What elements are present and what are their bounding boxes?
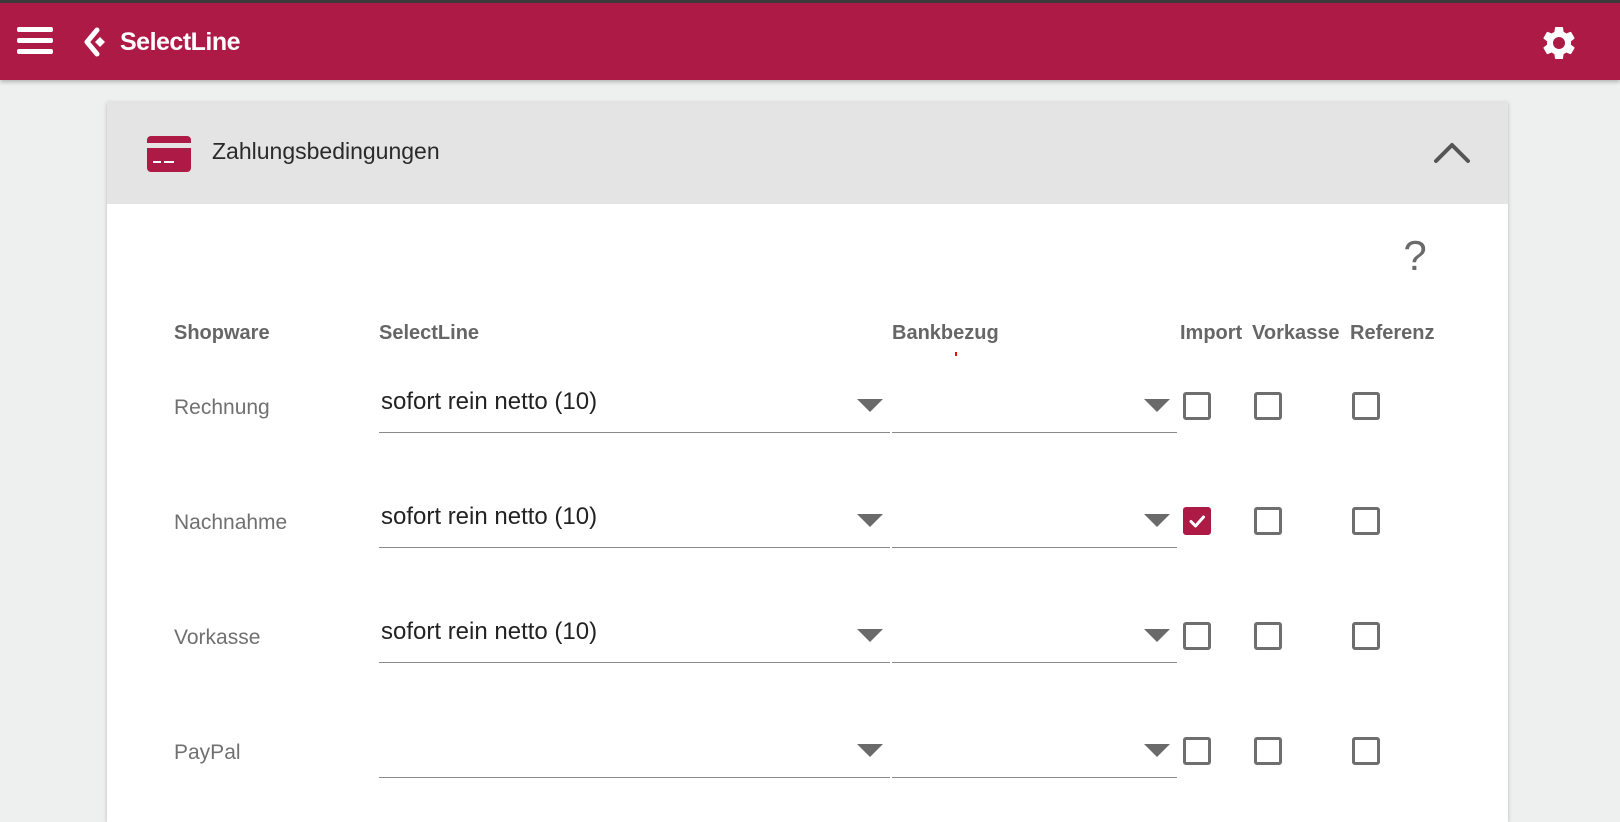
caret-down-icon [857,744,883,757]
caret-down-icon [1144,399,1170,412]
caret-down-icon [857,514,883,527]
menu-bar [17,38,53,43]
caret-down-icon [1144,514,1170,527]
bankbezug-select-nachnahme[interactable] [892,498,1177,548]
menu-bar [17,49,53,54]
row-label-vorkasse: Vorkasse [174,626,261,649]
selectline-select-rechnung[interactable]: sofort rein netto (10) [379,383,890,433]
caret-down-icon [1144,744,1170,757]
import-checkbox-nachnahme[interactable] [1183,507,1211,535]
bankbezug-select-rechnung[interactable] [892,383,1177,433]
column-header-import: Import [1180,322,1243,344]
referenz-checkbox-paypal[interactable] [1352,737,1380,765]
question-mark-icon[interactable]: ? [1397,232,1433,280]
column-header-referenz: Referenz [1350,322,1435,344]
credit-card-icon [147,136,191,172]
select-value: sofort rein netto (10) [381,618,598,645]
referenz-checkbox-nachnahme[interactable] [1352,507,1380,535]
referenz-checkbox-rechnung[interactable] [1352,392,1380,420]
selectline-select-nachnahme[interactable]: sofort rein netto (10) [379,498,890,548]
vorkasse-checkbox-paypal[interactable] [1254,737,1282,765]
column-header-shopware: Shopware [174,322,270,344]
selectline-select-paypal[interactable] [379,728,890,778]
bankbezug-select-vorkasse[interactable] [892,613,1177,663]
payment-terms-header[interactable]: Zahlungsbedingungen [107,102,1508,204]
required-marker [955,352,957,356]
caret-down-icon [1144,629,1170,642]
checkmark-icon [1189,515,1205,528]
app-bar: SelectLine [0,0,1620,80]
payment-terms-card: Zahlungsbedingungen ? Shopware SelectLin… [107,102,1508,822]
import-checkbox-rechnung[interactable] [1183,392,1211,420]
column-header-vorkasse: Vorkasse [1252,322,1340,344]
import-checkbox-paypal[interactable] [1183,737,1211,765]
import-checkbox-vorkasse[interactable] [1183,622,1211,650]
vorkasse-checkbox-rechnung[interactable] [1254,392,1282,420]
section-title: Zahlungsbedingungen [212,138,440,164]
chevron-up-icon[interactable] [1432,134,1472,174]
caret-down-icon [857,399,883,412]
caret-down-icon [857,629,883,642]
column-header-bankbezug: Bankbezug [892,322,999,344]
row-label-nachnahme: Nachnahme [174,511,288,534]
column-header-selectline: SelectLine [379,322,480,344]
select-value: sofort rein netto (10) [381,388,598,415]
referenz-checkbox-vorkasse[interactable] [1352,622,1380,650]
bankbezug-select-paypal[interactable] [892,728,1177,778]
vorkasse-checkbox-nachnahme[interactable] [1254,507,1282,535]
vorkasse-checkbox-vorkasse[interactable] [1254,622,1282,650]
gear-icon[interactable] [1539,23,1579,63]
menu-bar [17,27,53,32]
hamburger-menu-icon[interactable] [17,25,53,57]
brand-logo[interactable]: SelectLine [84,25,241,59]
row-label-paypal: PayPal [174,741,241,764]
selectline-select-vorkasse[interactable]: sofort rein netto (10) [379,613,890,663]
brand-name: SelectLine [120,27,241,56]
selectline-logo-icon [84,27,105,57]
select-value: sofort rein netto (10) [381,503,598,530]
row-label-rechnung: Rechnung [174,396,270,419]
